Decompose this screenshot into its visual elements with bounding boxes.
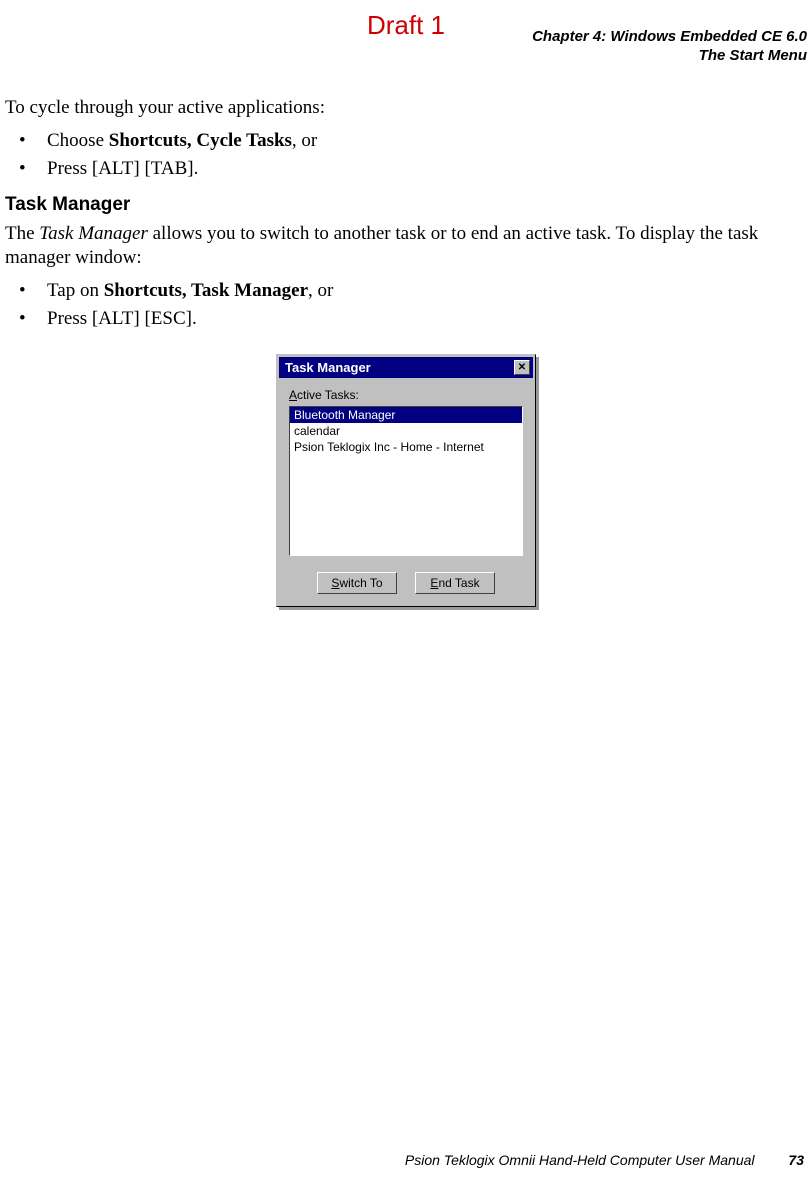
header-section: The Start Menu [532, 47, 807, 66]
end-task-label: nd Task [438, 576, 479, 590]
switch-to-button[interactable]: Switch To [317, 572, 397, 594]
intro-paragraph: To cycle through your active application… [5, 96, 807, 120]
window-titlebar: Task Manager ✕ [279, 357, 533, 378]
active-tasks-listbox[interactable]: Bluetooth Manager calendar Psion Teklogi… [289, 406, 523, 556]
close-icon: ✕ [518, 362, 526, 373]
close-button[interactable]: ✕ [514, 360, 530, 375]
list-item-text: Tap on [47, 280, 104, 301]
draft-watermark: Draft 1 [367, 10, 445, 41]
footer-page-number: 73 [788, 1152, 804, 1168]
section-heading-task-manager: Task Manager [5, 194, 807, 216]
active-tasks-label: Active Tasks: [289, 388, 523, 402]
task-manager-list: Tap on Shortcuts, Task Manager, or Press… [5, 278, 807, 332]
tm-para-pre: The [5, 223, 39, 244]
switch-to-label: witch To [339, 576, 382, 590]
list-item-text: , or [308, 280, 333, 301]
list-item-bold: Shortcuts, Cycle Tasks [109, 130, 292, 151]
task-list-item[interactable]: calendar [290, 423, 522, 439]
list-item: Choose Shortcuts, Cycle Tasks, or [5, 128, 807, 154]
active-tasks-accelerator: A [289, 388, 297, 402]
footer-manual-name: Psion Teklogix Omnii Hand-Held Computer … [405, 1152, 755, 1168]
list-item: Tap on Shortcuts, Task Manager, or [5, 278, 807, 304]
task-manager-window: Task Manager ✕ Active Tasks: Bluetooth M… [276, 354, 536, 607]
end-task-button[interactable]: End Task [415, 572, 495, 594]
list-item: Press [ALT] [TAB]. [5, 156, 807, 182]
tm-para-emphasis: Task Manager [39, 223, 148, 244]
page-footer: Psion Teklogix Omnii Hand-Held Computer … [405, 1152, 804, 1168]
active-tasks-label-text: ctive Tasks: [297, 388, 359, 402]
list-item-text: Choose [47, 130, 109, 151]
page-header: Chapter 4: Windows Embedded CE 6.0 The S… [532, 28, 807, 66]
task-list-item[interactable]: Bluetooth Manager [290, 407, 522, 423]
list-item-text: , or [292, 130, 317, 151]
list-item-bold: Shortcuts, Task Manager [104, 280, 308, 301]
task-list-item[interactable]: Psion Teklogix Inc - Home - Internet [290, 439, 522, 455]
header-chapter: Chapter 4: Windows Embedded CE 6.0 [532, 28, 807, 47]
task-manager-paragraph: The Task Manager allows you to switch to… [5, 222, 807, 270]
cycle-tasks-list: Choose Shortcuts, Cycle Tasks, or Press … [5, 128, 807, 182]
window-title-text: Task Manager [285, 360, 371, 375]
list-item: Press [ALT] [ESC]. [5, 306, 807, 332]
